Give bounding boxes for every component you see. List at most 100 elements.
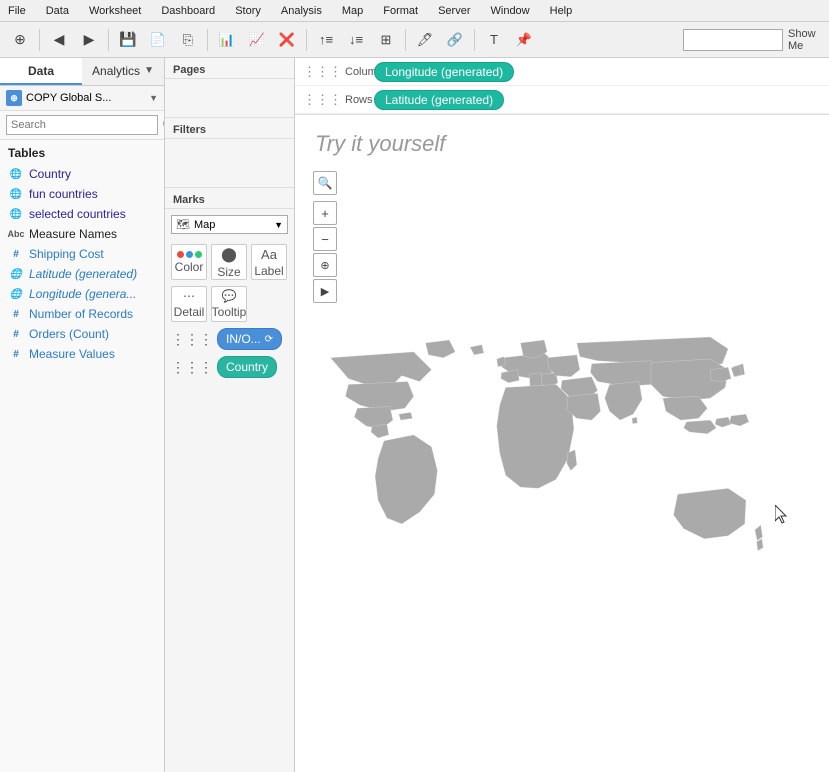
- map-type-selector[interactable]: 🗺 Map ▼: [171, 215, 288, 234]
- field-country[interactable]: 🌐 Country: [0, 164, 164, 184]
- mark-tooltip-btn[interactable]: 💬 Tooltip: [211, 286, 247, 322]
- toolbar-sep-2: [108, 29, 109, 51]
- right-panel: ⋮⋮⋮ Columns Longitude (generated) ⋮⋮⋮ Ro…: [295, 58, 829, 772]
- color-dot-green: [195, 251, 202, 258]
- menu-analysis[interactable]: Analysis: [277, 0, 326, 21]
- map-zoom-out-btn[interactable]: −: [313, 227, 337, 251]
- latitude-pill-text: Latitude (generated): [385, 93, 493, 107]
- pill-in-o[interactable]: IN/O... ⟳: [217, 328, 282, 350]
- hash-icon-number-records: #: [8, 306, 24, 322]
- menu-file[interactable]: File: [4, 0, 30, 21]
- toolbar-save[interactable]: 💾: [114, 26, 142, 54]
- tab-data[interactable]: Data: [0, 58, 82, 85]
- menu-help[interactable]: Help: [546, 0, 577, 21]
- pill-in-o-text: IN/O...: [226, 332, 261, 346]
- map-play-btn[interactable]: ▶: [313, 279, 337, 303]
- map-search-btn[interactable]: 🔍: [313, 171, 337, 195]
- tab-analytics[interactable]: Analytics ▼: [82, 58, 164, 85]
- analytics-tab-arrow: ▼: [144, 65, 154, 76]
- toolbar-sep-1: [39, 29, 40, 51]
- filters-label: Filters: [165, 118, 294, 139]
- shelf-area: ⋮⋮⋮ Columns Longitude (generated) ⋮⋮⋮ Ro…: [295, 58, 829, 115]
- toolbar-search-box: [683, 29, 783, 51]
- toolbar-sep-6: [474, 29, 475, 51]
- field-longitude[interactable]: 🌐 Longitude (genera...: [0, 284, 164, 304]
- globe-icon-fun-countries: 🌐: [8, 186, 24, 202]
- menu-format[interactable]: Format: [379, 0, 422, 21]
- data-analytics-tabs: Data Analytics ▼: [0, 58, 164, 86]
- toolbar-newsheet[interactable]: 📄: [144, 26, 172, 54]
- toolbar-chart3[interactable]: ❌: [273, 26, 301, 54]
- menu-dashboard[interactable]: Dashboard: [157, 0, 219, 21]
- menu-story[interactable]: Story: [231, 0, 265, 21]
- toolbar-pin[interactable]: 📌: [510, 26, 538, 54]
- toolbar-sep-5: [405, 29, 406, 51]
- size-icon: ⬤: [221, 246, 237, 263]
- toolbar-forward[interactable]: ▶: [75, 26, 103, 54]
- menu-server[interactable]: Server: [434, 0, 474, 21]
- toolbar-search-input[interactable]: [688, 34, 768, 46]
- pill-row-2: ⋮⋮⋮ Country: [171, 356, 288, 378]
- toolbar-text[interactable]: T: [480, 26, 508, 54]
- field-measure-values[interactable]: # Measure Values: [0, 344, 164, 364]
- mark-label-btn[interactable]: Aa Label: [251, 244, 287, 280]
- detail-btn-label: Detail: [174, 305, 205, 319]
- pages-section: Pages: [165, 58, 294, 118]
- hash-icon-shipping-cost: #: [8, 246, 24, 262]
- field-orders-count[interactable]: # Orders (Count): [0, 324, 164, 344]
- globe-icon-longitude: 🌐: [8, 286, 24, 302]
- toolbar-sort-desc[interactable]: ↓≡: [342, 26, 370, 54]
- latitude-pill[interactable]: Latitude (generated): [374, 90, 504, 110]
- marks-label: Marks: [165, 188, 294, 209]
- menu-map[interactable]: Map: [338, 0, 367, 21]
- mark-size-btn[interactable]: ⬤ Size: [211, 244, 247, 280]
- map-home-btn[interactable]: ⊕: [313, 253, 337, 277]
- columns-shelf-icon: ⋮⋮⋮: [303, 64, 342, 80]
- color-btn-label: Color: [175, 260, 204, 274]
- globe-icon-selected-countries: 🌐: [8, 206, 24, 222]
- abc-icon-measure-names: Abc: [8, 226, 24, 242]
- pill-country[interactable]: Country: [217, 356, 277, 378]
- pill-country-text: Country: [226, 360, 268, 374]
- toolbar-new[interactable]: ⊕: [6, 26, 34, 54]
- menu-window[interactable]: Window: [487, 0, 534, 21]
- marks-buttons-row1: Color ⬤ Size Aa Label: [165, 240, 294, 284]
- toolbar-group[interactable]: ⊞: [372, 26, 400, 54]
- field-number-of-records[interactable]: # Number of Records: [0, 304, 164, 324]
- mark-color-btn[interactable]: Color: [171, 244, 207, 280]
- menu-data[interactable]: Data: [42, 0, 73, 21]
- field-fun-countries[interactable]: 🌐 fun countries: [0, 184, 164, 204]
- field-measure-names[interactable]: Abc Measure Names: [0, 224, 164, 244]
- field-latitude[interactable]: 🌐 Latitude (generated): [0, 264, 164, 284]
- toolbar-sep-4: [306, 29, 307, 51]
- rows-shelf: ⋮⋮⋮ Rows Latitude (generated): [295, 86, 829, 114]
- toolbar-sort-asc[interactable]: ↑≡: [312, 26, 340, 54]
- mark-detail-btn[interactable]: ⋯ Detail: [171, 286, 207, 322]
- menu-worksheet[interactable]: Worksheet: [85, 0, 145, 21]
- world-map-container: [295, 115, 829, 772]
- toolbar-showme[interactable]: Show Me: [787, 26, 823, 54]
- map-zoom-in-btn[interactable]: +: [313, 201, 337, 225]
- globe-icon-country: 🌐: [8, 166, 24, 182]
- toolbar-duplicate[interactable]: ⎘: [174, 26, 202, 54]
- toolbar-chart2[interactable]: 📈: [243, 26, 271, 54]
- hash-icon-measure-values: #: [8, 346, 24, 362]
- search-input[interactable]: [6, 115, 158, 135]
- toolbar-link[interactable]: 🔗: [441, 26, 469, 54]
- toolbar-highlight[interactable]: 🖊: [411, 26, 439, 54]
- toolbar-sep-3: [207, 29, 208, 51]
- columns-shelf: ⋮⋮⋮ Columns Longitude (generated): [295, 58, 829, 86]
- tooltip-btn-label: Tooltip: [212, 305, 247, 319]
- toolbar-chart1[interactable]: 📊: [213, 26, 241, 54]
- longitude-pill[interactable]: Longitude (generated): [374, 62, 514, 82]
- color-dot-blue: [186, 251, 193, 258]
- left-panel: Data Analytics ▼ ⊕ COPY Global S... ▼ 🔍 …: [0, 58, 165, 772]
- field-shipping-cost[interactable]: # Shipping Cost: [0, 244, 164, 264]
- datasource-bar[interactable]: ⊕ COPY Global S... ▼: [0, 86, 164, 111]
- map-type-dropdown-arrow: ▼: [274, 220, 283, 230]
- globe-icon-latitude: 🌐: [8, 266, 24, 282]
- toolbar-back[interactable]: ◀: [45, 26, 73, 54]
- field-selected-countries[interactable]: 🌐 selected countries: [0, 204, 164, 224]
- pill-section: ⋮⋮⋮ IN/O... ⟳ ⋮⋮⋮ Country: [165, 324, 294, 382]
- search-bar: 🔍 ⊞ ▼: [0, 111, 164, 140]
